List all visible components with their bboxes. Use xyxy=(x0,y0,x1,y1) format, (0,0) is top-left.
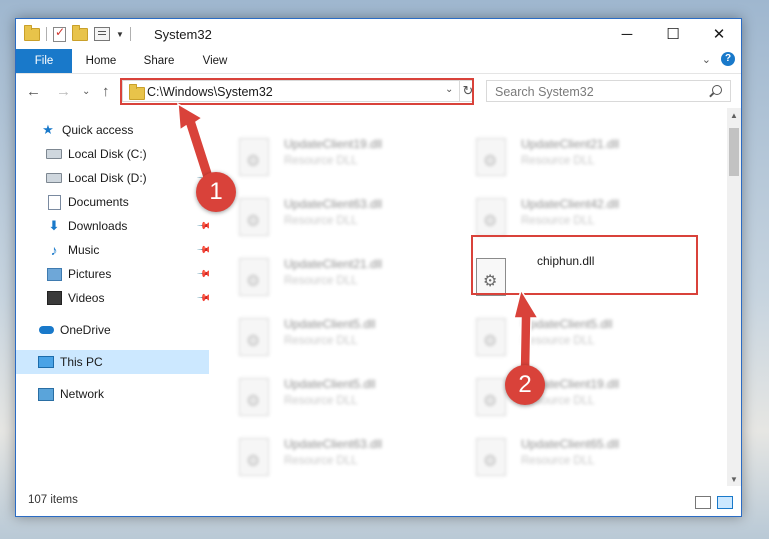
annotation-arrows xyxy=(177,102,540,373)
step-1-badge: 1 xyxy=(196,172,236,212)
step-2-badge: 2 xyxy=(505,365,545,405)
arrow-2 xyxy=(513,288,540,373)
arrow-1 xyxy=(177,102,215,183)
